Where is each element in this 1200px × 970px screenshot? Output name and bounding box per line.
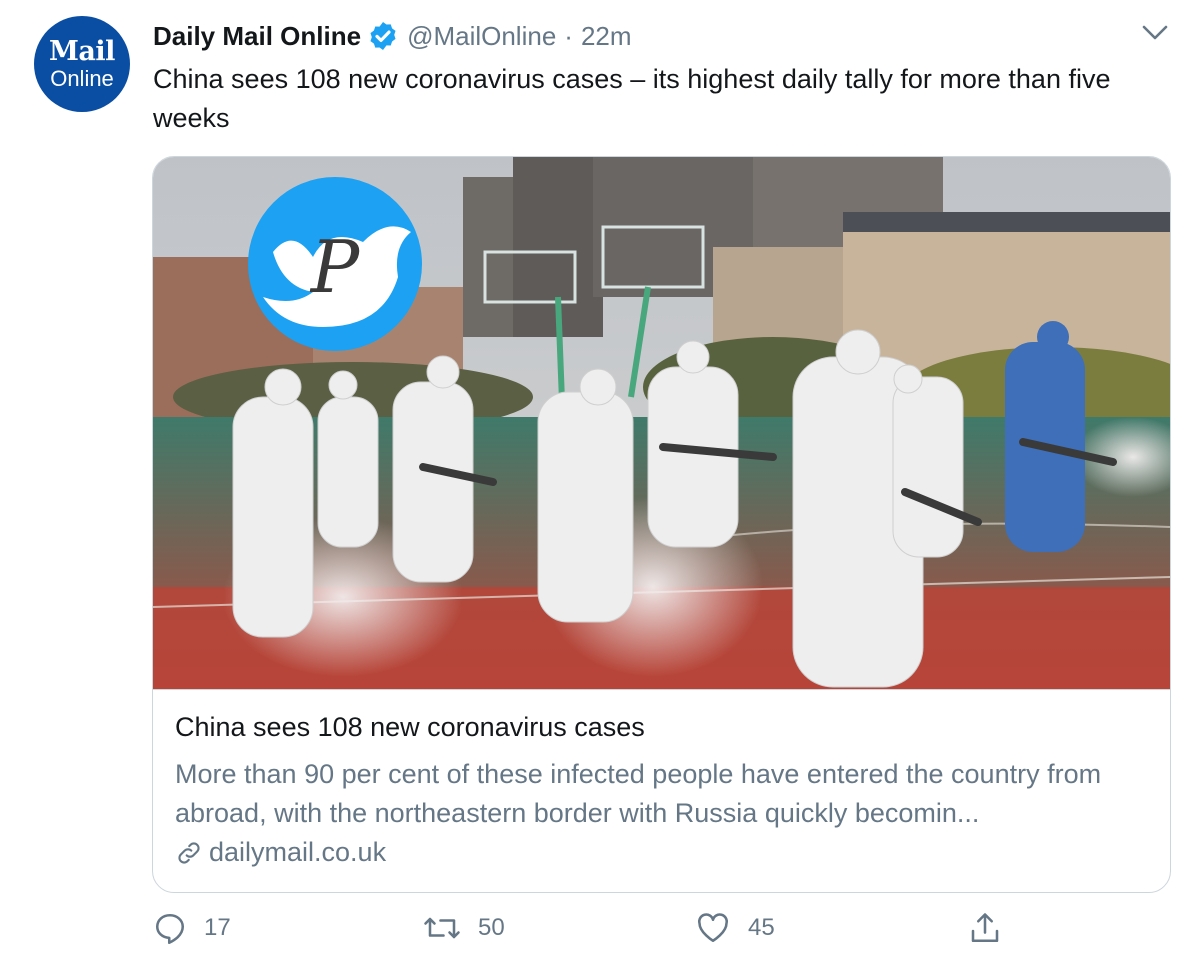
tweet-header: Daily Mail Online @MailOnline · 22m [153, 18, 632, 54]
link-icon [178, 841, 200, 864]
timestamp[interactable]: 22m [581, 21, 632, 52]
reply-button[interactable]: 17 [152, 910, 231, 946]
handle[interactable]: @MailOnline [407, 21, 556, 52]
like-count: 45 [748, 914, 775, 941]
verified-badge-icon [370, 22, 396, 50]
tweet-text: China sees 108 new coronavirus cases – i… [153, 64, 1111, 133]
like-icon [698, 913, 728, 943]
tweet[interactable]: Mail Online Daily Mail Online @MailOnlin… [0, 0, 1200, 970]
action-bar: 17 50 45 [152, 910, 1152, 960]
share-button[interactable] [967, 910, 1019, 946]
like-button[interactable]: 45 [694, 910, 775, 946]
retweet-button[interactable]: 50 [422, 910, 505, 946]
display-name[interactable]: Daily Mail Online [153, 21, 361, 52]
reply-icon [155, 913, 185, 944]
card-image[interactable]: P [153, 157, 1170, 690]
card-domain[interactable]: dailymail.co.uk [175, 837, 386, 868]
card-description: More than 90 per cent of these infected … [175, 759, 1102, 828]
separator-dot: · [564, 20, 573, 51]
link-card[interactable]: P China sees 108 new coronavirus cases M… [152, 156, 1171, 893]
retweet-icon [424, 917, 460, 939]
avatar-line2: Online [50, 66, 114, 91]
twitter-bird-icon: P [248, 177, 422, 351]
watermark-letter: P [309, 225, 361, 309]
card-title[interactable]: China sees 108 new coronavirus cases [175, 712, 645, 743]
card-domain-text: dailymail.co.uk [209, 837, 387, 867]
retweet-count: 50 [478, 914, 505, 941]
avatar-line1: Mail [49, 36, 115, 67]
chevron-down-icon[interactable] [1140, 20, 1170, 46]
share-icon [971, 913, 999, 943]
reply-count: 17 [204, 914, 231, 941]
avatar[interactable]: Mail Online [34, 16, 130, 112]
